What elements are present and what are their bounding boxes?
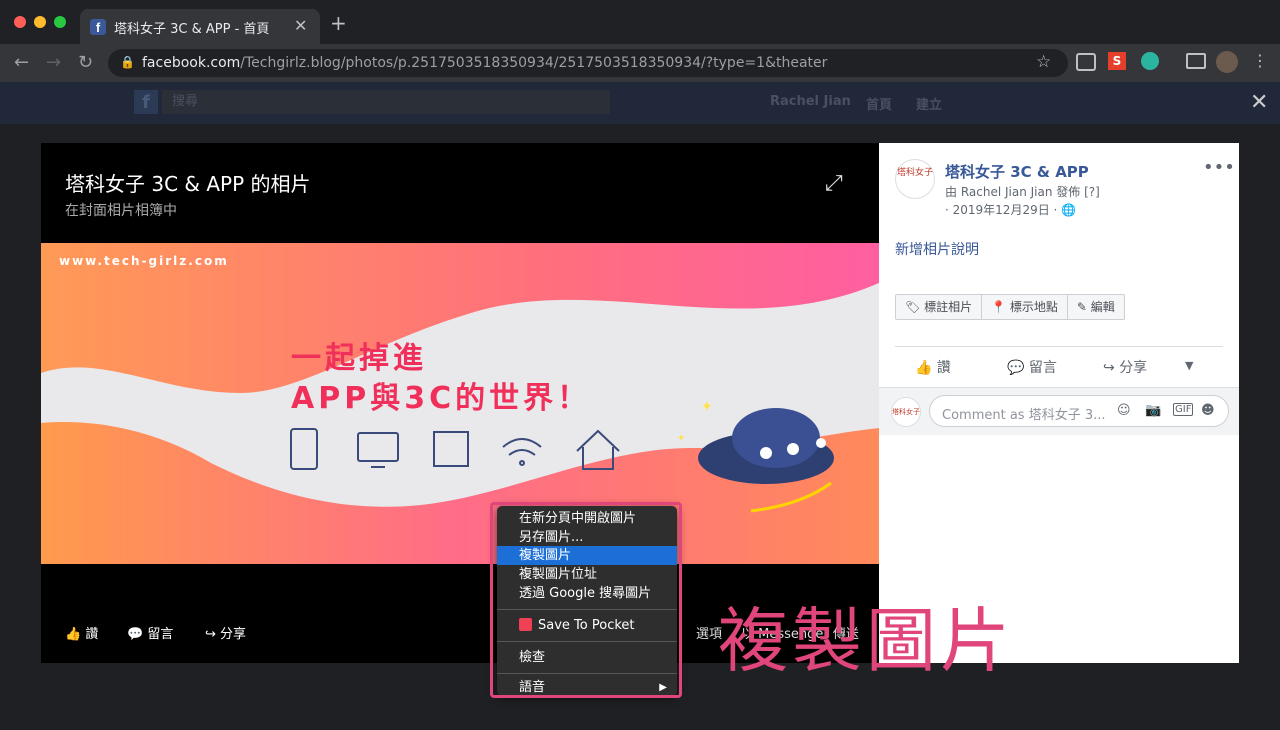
address-bar[interactable]: 🔒 facebook.com/Techgirlz.blog/photos/p.2… <box>108 49 1068 77</box>
theater-share-button[interactable]: ↪ 分享 <box>205 623 246 642</box>
comment-composer: 塔科女子 Comment as 塔科女子 3... ☺ 📷 GIF ☻ <box>879 387 1239 435</box>
panel-comment-button[interactable]: 💬 留言 <box>1007 357 1057 377</box>
back-icon[interactable]: ← <box>14 52 29 73</box>
svg-text:✦: ✦ <box>677 433 685 444</box>
tag-location-button[interactable]: 📍 標示地點 <box>982 295 1068 319</box>
panel-share-button[interactable]: ↪ 分享 <box>1103 357 1147 377</box>
location-pin-icon: 📍 <box>991 300 1010 314</box>
post-date[interactable]: · 2019年12月29日 · 🌐 <box>945 201 1076 218</box>
forward-icon[interactable]: → <box>46 52 61 73</box>
add-caption-link[interactable]: 新增相片說明 <box>895 239 979 259</box>
s-extension-icon[interactable]: S <box>1108 52 1126 70</box>
commenter-avatar: 塔科女子 <box>891 397 921 427</box>
photo-album-link[interactable]: 在封面相片相簿中 <box>65 200 177 220</box>
like-icon: 👍 <box>65 627 86 642</box>
divider <box>895 346 1223 347</box>
cover-photo[interactable]: ✦ ✦ www.tech-girlz.com 一起掉進 APP與3C的世界！ <box>41 243 879 564</box>
url-text[interactable]: facebook.com/Techgirlz.blog/photos/p.251… <box>142 55 827 71</box>
tag-icon: 🏷 <box>905 300 925 314</box>
tab-title: 塔科女子 3C & APP - 首頁 <box>114 22 270 37</box>
emoji-icon[interactable]: ☺ <box>1117 403 1131 418</box>
maximize-window-button[interactable] <box>54 16 66 28</box>
browser-tab[interactable]: f 塔科女子 3C & APP - 首頁 ✕ <box>80 9 320 44</box>
chevron-down-icon[interactable]: ▼ <box>1185 359 1193 372</box>
theater-like-button[interactable]: 👍 讚 <box>65 623 98 642</box>
pocket-extension-icon[interactable] <box>1076 53 1096 71</box>
cast-icon[interactable] <box>1186 53 1206 69</box>
svg-text:✦: ✦ <box>701 399 713 415</box>
close-window-button[interactable] <box>14 16 26 28</box>
header-create-link[interactable]: 建立 <box>916 94 942 113</box>
tag-photo-button[interactable]: 🏷 標註相片 <box>896 295 983 319</box>
facebook-favicon-icon: f <box>90 19 106 35</box>
comment-icon: 💬 <box>127 627 148 642</box>
globe-icon: 🌐 <box>1061 203 1077 217</box>
tab-close-icon[interactable]: ✕ <box>294 16 307 35</box>
photo-tag-toolbar: 🏷 標註相片 📍 標示地點 ✎ 編輯 <box>895 294 1125 320</box>
photo-site-text: www.tech-girlz.com <box>59 254 229 268</box>
page-avatar[interactable]: 塔科女子 <box>895 159 935 199</box>
edit-button[interactable]: ✎ 編輯 <box>1068 295 1124 319</box>
page-name-link[interactable]: 塔科女子 3C & APP <box>945 161 1089 182</box>
facebook-header: f 搜尋 Rachel Jian 首頁 建立 <box>0 82 1280 124</box>
header-user-name[interactable]: Rachel Jian <box>770 94 851 109</box>
theater-comment-button[interactable]: 💬 留言 <box>127 623 173 642</box>
panel-like-button[interactable]: 👍 讚 <box>915 357 951 377</box>
close-theater-icon[interactable]: ✕ <box>1250 90 1268 115</box>
browser-menu-icon[interactable]: ⋮ <box>1252 51 1268 70</box>
pencil-icon: ✎ <box>1076 300 1091 314</box>
fullscreen-expand-icon[interactable]: ⤢ <box>825 171 843 196</box>
reload-icon[interactable]: ↻ <box>78 52 93 73</box>
browser-tab-bar: f 塔科女子 3C & APP - 首頁 ✕ + <box>0 0 1280 44</box>
annotation-label: 複製圖片 <box>718 600 1014 682</box>
browser-toolbar: ← → ↻ 🔒 facebook.com/Techgirlz.blog/phot… <box>0 44 1280 82</box>
share-icon: ↪ <box>1103 360 1120 376</box>
post-byline: 由 Rachel Jian Jian 發佈 [?] <box>945 185 1100 199</box>
share-icon: ↪ <box>205 627 221 642</box>
search-input[interactable]: 搜尋 <box>162 90 610 114</box>
photo-headline-1: 一起掉進 <box>291 341 427 376</box>
minimize-window-button[interactable] <box>34 16 46 28</box>
header-home-link[interactable]: 首頁 <box>866 94 892 113</box>
like-icon: 👍 <box>915 360 937 376</box>
lock-icon: 🔒 <box>120 55 135 69</box>
new-tab-button[interactable]: + <box>330 13 347 33</box>
sticker-icon[interactable]: ☻ <box>1201 403 1215 418</box>
gif-icon[interactable]: GIF <box>1173 403 1194 416</box>
highlight-box <box>490 502 682 698</box>
more-options-icon[interactable]: ••• <box>1203 157 1235 178</box>
profile-avatar[interactable] <box>1216 51 1238 73</box>
m-extension-icon[interactable] <box>1141 52 1159 70</box>
facebook-logo-icon[interactable]: f <box>134 90 158 114</box>
camera-icon[interactable]: 📷 <box>1145 403 1161 418</box>
photo-title: 塔科女子 3C & APP 的相片 <box>65 172 311 196</box>
bookmark-star-icon[interactable]: ☆ <box>1036 52 1051 72</box>
comment-icon: 💬 <box>1007 360 1029 376</box>
photo-headline-2: APP與3C的世界！ <box>291 381 592 416</box>
